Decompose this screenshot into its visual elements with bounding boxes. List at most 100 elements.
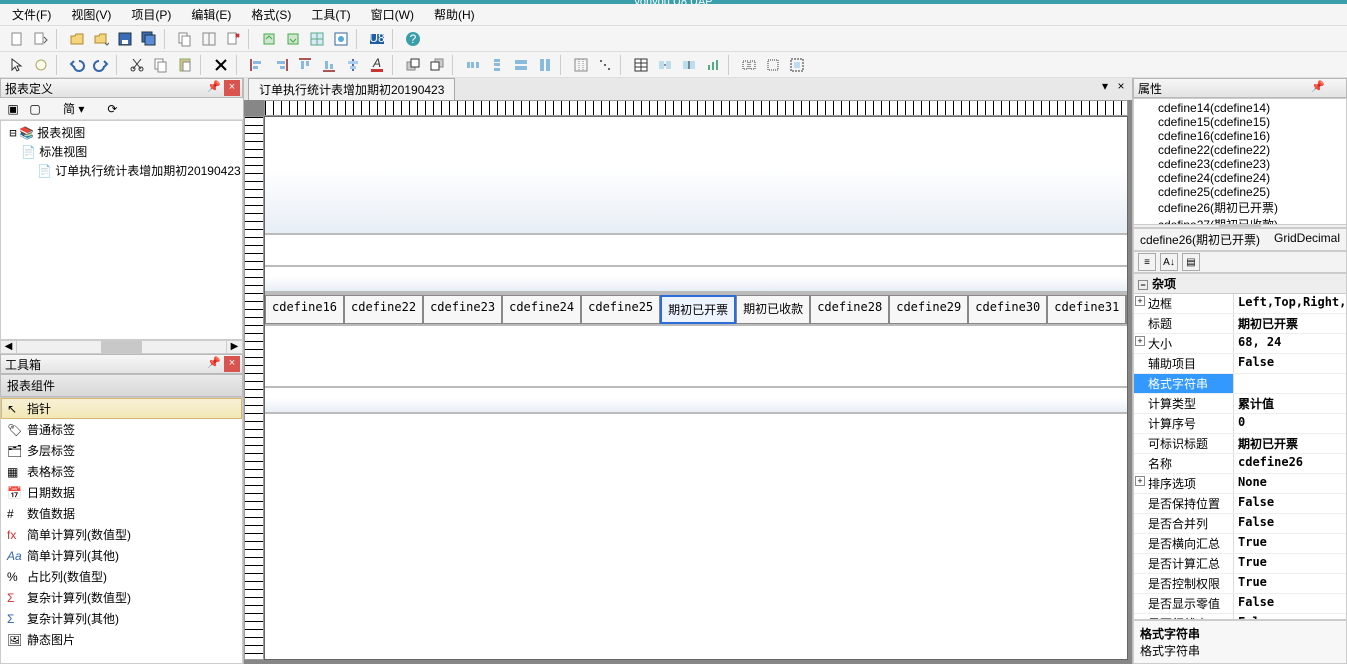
new-dropdown-icon[interactable] xyxy=(30,28,52,50)
tree-root[interactable]: ⊟📚 报表视图 xyxy=(3,123,240,142)
tree-node-std[interactable]: 📄 标准视图 xyxy=(3,142,240,161)
pin-icon[interactable]: 📌 xyxy=(206,80,222,96)
prop-category[interactable]: −杂项 xyxy=(1134,274,1346,294)
prop-row[interactable]: 是否计算汇总True xyxy=(1134,554,1346,574)
categorize-icon[interactable]: ≡ xyxy=(1138,253,1156,271)
doc-tab-active[interactable]: 订单执行统计表增加期初20190423 xyxy=(248,78,455,100)
close-icon[interactable]: × xyxy=(224,356,240,372)
propsheet-icon[interactable]: ▤ xyxy=(1182,253,1200,271)
col-cdefine24[interactable]: cdefine24 xyxy=(502,295,581,324)
ptree-item[interactable]: cdefine27(期初已收款) xyxy=(1138,216,1342,224)
menu-view[interactable]: 视图(V) xyxy=(65,4,117,25)
prop-row[interactable]: +大小68, 24 xyxy=(1134,334,1346,354)
help-icon[interactable]: ? xyxy=(402,28,424,50)
save-all-icon[interactable] xyxy=(138,28,160,50)
copy-doc-icon[interactable] xyxy=(174,28,196,50)
property-object-tree[interactable]: cdefine14(cdefine14) cdefine15(cdefine15… xyxy=(1133,98,1347,228)
ptree-item[interactable]: cdefine26(期初已开票) xyxy=(1138,199,1342,216)
col-cdefine30[interactable]: cdefine30 xyxy=(968,295,1047,324)
bring-front-icon[interactable] xyxy=(402,54,424,76)
ptree-item[interactable]: cdefine16(cdefine16) xyxy=(1138,129,1342,143)
col-cdefine32[interactable]: cdefine32 xyxy=(1126,295,1128,324)
expand-icon[interactable]: ▣ xyxy=(4,100,22,118)
tb-image[interactable]: 🖼静态图片 xyxy=(1,629,242,650)
cut-icon[interactable] xyxy=(126,54,148,76)
tb-calc-num[interactable]: fx简单计算列(数值型) xyxy=(1,524,242,545)
ungroup-icon[interactable] xyxy=(762,54,784,76)
menu-window[interactable]: 窗口(W) xyxy=(365,4,420,25)
pointer-icon[interactable] xyxy=(6,54,28,76)
tb-gridlabel[interactable]: ▦表格标签 xyxy=(1,461,242,482)
prop-row[interactable]: +排序选项None xyxy=(1134,474,1346,494)
prop-row[interactable]: 是否合并列False xyxy=(1134,514,1346,534)
align-center-h-icon[interactable] xyxy=(342,54,364,76)
delete-doc-icon[interactable] xyxy=(222,28,244,50)
menu-tools[interactable]: 工具(T) xyxy=(305,4,356,25)
ptree-item[interactable]: cdefine25(cdefine25) xyxy=(1138,185,1342,199)
prop-row[interactable]: 可标识标题期初已开票 xyxy=(1134,434,1346,454)
design-canvas[interactable]: cdefine16 cdefine22 cdefine23 cdefine24 … xyxy=(244,100,1132,664)
preview-icon[interactable] xyxy=(330,28,352,50)
layout-icon[interactable] xyxy=(198,28,220,50)
export-icon[interactable] xyxy=(258,28,280,50)
prop-row[interactable]: 格式字符串 xyxy=(1134,374,1346,394)
tb-date[interactable]: 📅日期数据 xyxy=(1,482,242,503)
tb-label[interactable]: 🏷普通标签 xyxy=(1,419,242,440)
save-icon[interactable] xyxy=(114,28,136,50)
same-height-icon[interactable] xyxy=(534,54,556,76)
col-cdefine29[interactable]: cdefine29 xyxy=(889,295,968,324)
grid-icon[interactable] xyxy=(306,28,328,50)
prop-row[interactable]: +边框Left,Top,Right, xyxy=(1134,294,1346,314)
menu-help[interactable]: 帮助(H) xyxy=(428,4,481,25)
col-cdefine23[interactable]: cdefine23 xyxy=(423,295,502,324)
open-icon[interactable] xyxy=(66,28,88,50)
align-top-icon[interactable] xyxy=(294,54,316,76)
col-cdefine28[interactable]: cdefine28 xyxy=(810,295,889,324)
ptree-item[interactable]: cdefine24(cdefine24) xyxy=(1138,171,1342,185)
collapse-icon[interactable]: ▢ xyxy=(26,100,44,118)
delete-x-icon[interactable] xyxy=(210,54,232,76)
tb-calc-other[interactable]: Aa简单计算列(其他) xyxy=(1,545,242,566)
prop-row[interactable]: 是否显示零值False xyxy=(1134,594,1346,614)
prop-row[interactable]: 名称cdefine26 xyxy=(1134,454,1346,474)
tree-hscroll[interactable]: ◀▶ xyxy=(0,340,243,354)
tb-pointer[interactable]: ↖指针 xyxy=(1,398,242,419)
open-dropdown-icon[interactable] xyxy=(90,28,112,50)
prop-row[interactable]: 是否保持位置False xyxy=(1134,494,1346,514)
ptree-item[interactable]: cdefine23(cdefine23) xyxy=(1138,157,1342,171)
redo-icon[interactable] xyxy=(90,54,112,76)
refresh-icon[interactable]: ⟳ xyxy=(103,100,121,118)
prop-row[interactable]: 计算类型累计值 xyxy=(1134,394,1346,414)
ptree-item[interactable]: cdefine14(cdefine14) xyxy=(1138,101,1342,115)
dist-v-icon[interactable] xyxy=(486,54,508,76)
toolbox-group[interactable]: 报表组件 xyxy=(0,374,243,397)
align-bottom-icon[interactable] xyxy=(318,54,340,76)
snap-icon[interactable] xyxy=(594,54,616,76)
close-icon[interactable]: × xyxy=(224,80,240,96)
pin-icon[interactable]: 📌 xyxy=(206,356,222,372)
table-tool-icon[interactable] xyxy=(630,54,652,76)
send-back-icon[interactable] xyxy=(426,54,448,76)
report-page[interactable]: cdefine16 cdefine22 cdefine23 cdefine24 … xyxy=(264,116,1128,660)
pin-icon[interactable]: 📌 xyxy=(1310,80,1326,96)
tab-menu-icon[interactable]: ▾ xyxy=(1098,80,1112,94)
band-footer[interactable] xyxy=(265,386,1127,414)
col-cdefine22[interactable]: cdefine22 xyxy=(344,295,423,324)
undo-icon[interactable] xyxy=(66,54,88,76)
menu-edit[interactable]: 编辑(E) xyxy=(185,4,237,25)
menu-project[interactable]: 项目(P) xyxy=(125,4,177,25)
band-header[interactable] xyxy=(265,125,1127,235)
prop-row[interactable]: 是否横向汇总True xyxy=(1134,534,1346,554)
select-all-icon[interactable] xyxy=(786,54,808,76)
ptree-item[interactable]: cdefine22(cdefine22) xyxy=(1138,143,1342,157)
col-cdefine16[interactable]: cdefine16 xyxy=(265,295,344,324)
merge-icon[interactable] xyxy=(654,54,676,76)
same-width-icon[interactable] xyxy=(510,54,532,76)
prop-row[interactable]: 是否控制权限True xyxy=(1134,574,1346,594)
chart-icon[interactable] xyxy=(702,54,724,76)
tb-complex-other[interactable]: Σ复杂计算列(其他) xyxy=(1,608,242,629)
new-icon[interactable] xyxy=(6,28,28,50)
tb-complex-num[interactable]: Σ复杂计算列(数值型) xyxy=(1,587,242,608)
align-right-icon[interactable] xyxy=(270,54,292,76)
col-cdefine25[interactable]: cdefine25 xyxy=(581,295,660,324)
